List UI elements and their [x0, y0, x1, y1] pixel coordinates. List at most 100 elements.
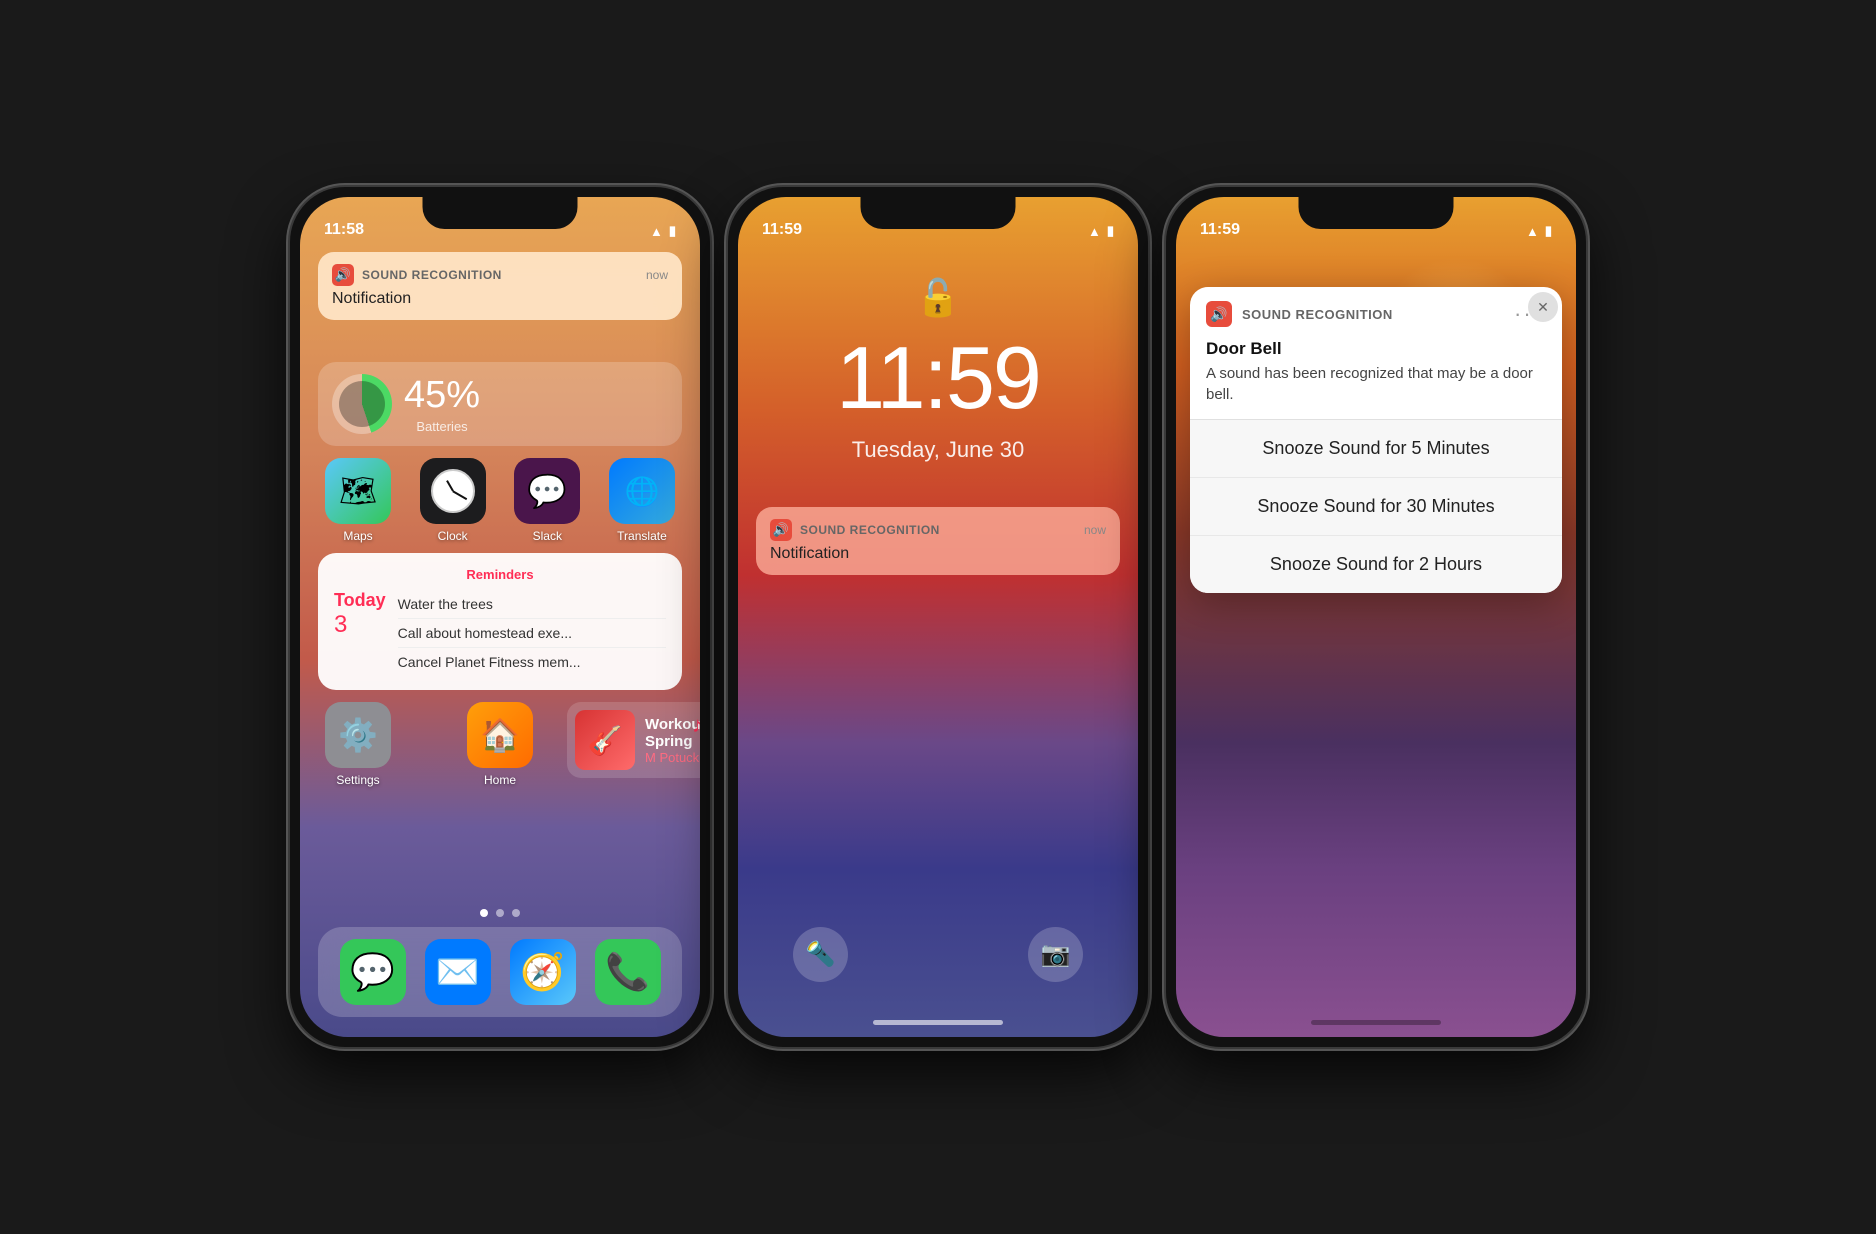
- app-item-maps[interactable]: 🗺 Maps: [318, 458, 398, 543]
- lock-notif-app-name: SOUND RECOGNITION: [800, 523, 940, 537]
- battery-inner: [339, 381, 385, 427]
- battery-icon-2: ▮: [1107, 223, 1114, 239]
- notif-app-info-1: 🔊 SOUND RECOGNITION: [332, 264, 502, 286]
- reminders-today: Today 3 Water the trees Call about homes…: [334, 590, 666, 676]
- phone-2-screen: 11:59 ▲ ▮ 🔓 11:59 Tuesday, June 30 🔊 SOU…: [738, 197, 1138, 1037]
- dock-safari-icon[interactable]: 🧭: [510, 939, 576, 1005]
- clock-label: Clock: [438, 529, 468, 543]
- app-item-translate[interactable]: 🌐 Translate: [602, 458, 682, 543]
- home-indicator-3: [1311, 1020, 1441, 1025]
- exp-app-name: SOUND RECOGNITION: [1242, 307, 1393, 322]
- music-widget[interactable]: 🎸 Workout Spring M Potuck ♪: [567, 702, 700, 778]
- lock-icon: 🔓: [916, 277, 961, 319]
- album-art: 🎸: [575, 710, 635, 770]
- home-indicator-2: [873, 1020, 1003, 1025]
- translate-label: Translate: [617, 529, 667, 543]
- notif-app-name-1: SOUND RECOGNITION: [362, 268, 502, 282]
- reminder-item-3: Cancel Planet Fitness mem...: [398, 648, 666, 676]
- battery-icon-3: ▮: [1545, 223, 1552, 239]
- status-time-1: 11:58: [324, 221, 364, 239]
- reminder-item-1: Water the trees: [398, 590, 666, 619]
- today-count: 3: [334, 611, 386, 639]
- home-icon: 🏠: [467, 702, 533, 768]
- maps-icon: 🗺: [325, 458, 391, 524]
- wifi-icon-3: ▲: [1526, 224, 1539, 239]
- app-row-bottom: ⚙️ Settings 🏠 Home 🎸 Workout Spring M Po…: [318, 702, 682, 787]
- battery-circle: [332, 374, 392, 434]
- lock-time: 11:59: [738, 327, 1138, 429]
- music-artist: M Potuck: [645, 750, 700, 765]
- reminders-section-label: Reminders: [334, 567, 666, 582]
- lock-notification[interactable]: 🔊 SOUND RECOGNITION now Notification: [756, 507, 1120, 575]
- clock-face-bg: [431, 469, 475, 513]
- lock-notif-header: 🔊 SOUND RECOGNITION now: [770, 519, 1106, 541]
- snooze-5-label: Snooze Sound for 5 Minutes: [1262, 438, 1489, 458]
- phone-1: 11:58 ▲ ▮ 🔊 SOUND RECOGNITION now Notifi…: [290, 187, 710, 1047]
- dock-phone-icon[interactable]: 📞: [595, 939, 661, 1005]
- clock-face: [431, 469, 475, 513]
- close-button[interactable]: ✕: [1528, 292, 1558, 322]
- app-item-settings[interactable]: ⚙️ Settings: [318, 702, 398, 787]
- exp-notif-title: Door Bell: [1206, 339, 1546, 359]
- lock-sound-recognition-icon: 🔊: [770, 519, 792, 541]
- dot-2: [496, 909, 504, 917]
- phone-2-background: [738, 197, 1138, 1037]
- notif-message-1: Notification: [332, 290, 668, 308]
- snooze-2h-label: Snooze Sound for 2 Hours: [1270, 554, 1482, 574]
- clock-icon: [420, 458, 486, 524]
- expanded-notification-card[interactable]: 🔊 SOUND RECOGNITION ··· Door Bell A soun…: [1190, 287, 1562, 593]
- battery-icon-1: ▮: [669, 223, 676, 239]
- sound-recognition-icon-1: 🔊: [332, 264, 354, 286]
- flashlight-button[interactable]: 🔦: [793, 927, 848, 982]
- lock-date: Tuesday, June 30: [738, 437, 1138, 463]
- reminder-item-2: Call about homestead exe...: [398, 619, 666, 648]
- status-icons-2: ▲ ▮: [1088, 223, 1114, 239]
- app-item-clock[interactable]: Clock: [413, 458, 493, 543]
- slack-label: Slack: [533, 529, 562, 543]
- status-icons-3: ▲ ▮: [1526, 223, 1552, 239]
- lock-notif-time: now: [1084, 523, 1106, 537]
- app-row-1: 🗺 Maps Clock 💬: [318, 458, 682, 543]
- reminders-widget[interactable]: Reminders Today 3 Water the trees Call a…: [318, 553, 682, 690]
- exp-sound-recognition-icon: 🔊: [1206, 301, 1232, 327]
- wifi-icon-1: ▲: [650, 224, 663, 239]
- home-label: Home: [484, 773, 516, 787]
- battery-info: 45% Batteries: [404, 374, 480, 434]
- maps-label: Maps: [343, 529, 372, 543]
- dot-1: [480, 909, 488, 917]
- notif-header-1: 🔊 SOUND RECOGNITION now: [332, 264, 668, 286]
- lock-notif-app-info: 🔊 SOUND RECOGNITION: [770, 519, 940, 541]
- status-time-3: 11:59: [1200, 221, 1240, 239]
- dock-mail-icon[interactable]: ✉️: [425, 939, 491, 1005]
- app-item-slack[interactable]: 💬 Slack: [507, 458, 587, 543]
- status-time-2: 11:59: [762, 221, 802, 239]
- wifi-icon-2: ▲: [1088, 224, 1101, 239]
- lock-notif-message: Notification: [770, 545, 1106, 563]
- lock-controls: 🔦 📷: [738, 927, 1138, 982]
- snooze-30-min-button[interactable]: Snooze Sound for 30 Minutes: [1190, 478, 1562, 536]
- snooze-2-hours-button[interactable]: Snooze Sound for 2 Hours: [1190, 536, 1562, 593]
- phone-1-screen: 11:58 ▲ ▮ 🔊 SOUND RECOGNITION now Notifi…: [300, 197, 700, 1037]
- dock-1: 💬 ✉️ 🧭 📞: [318, 927, 682, 1017]
- action-buttons: Snooze Sound for 5 Minutes Snooze Sound …: [1190, 419, 1562, 593]
- batteries-widget[interactable]: 45% Batteries: [318, 362, 682, 446]
- slack-icon: 💬: [514, 458, 580, 524]
- dot-3: [512, 909, 520, 917]
- settings-icon: ⚙️: [325, 702, 391, 768]
- translate-icon: 🌐: [609, 458, 675, 524]
- app-item-music[interactable]: 🎸 Workout Spring M Potuck ♪: [602, 702, 682, 787]
- phone-3-screen: 11:59 ▲ ▮ ✕ 🔊 SOUND RECOGNITION ··· Door…: [1176, 197, 1576, 1037]
- camera-button[interactable]: 📷: [1028, 927, 1083, 982]
- music-note-icon: ♪: [692, 712, 700, 738]
- dock-messages-icon[interactable]: 💬: [340, 939, 406, 1005]
- clock-min-hand: [452, 490, 467, 499]
- notification-banner-1[interactable]: 🔊 SOUND RECOGNITION now Notification: [318, 252, 682, 320]
- app-item-home[interactable]: 🏠 Home: [460, 702, 540, 787]
- exp-notif-text: A sound has been recognized that may be …: [1206, 363, 1546, 405]
- snooze-5-min-button[interactable]: Snooze Sound for 5 Minutes: [1190, 420, 1562, 478]
- today-info: Today 3: [334, 590, 386, 639]
- close-icon: ✕: [1537, 299, 1549, 316]
- batteries-label: Batteries: [404, 419, 480, 434]
- phone-3: 11:59 ▲ ▮ ✕ 🔊 SOUND RECOGNITION ··· Door…: [1166, 187, 1586, 1047]
- notch-1: [423, 197, 578, 229]
